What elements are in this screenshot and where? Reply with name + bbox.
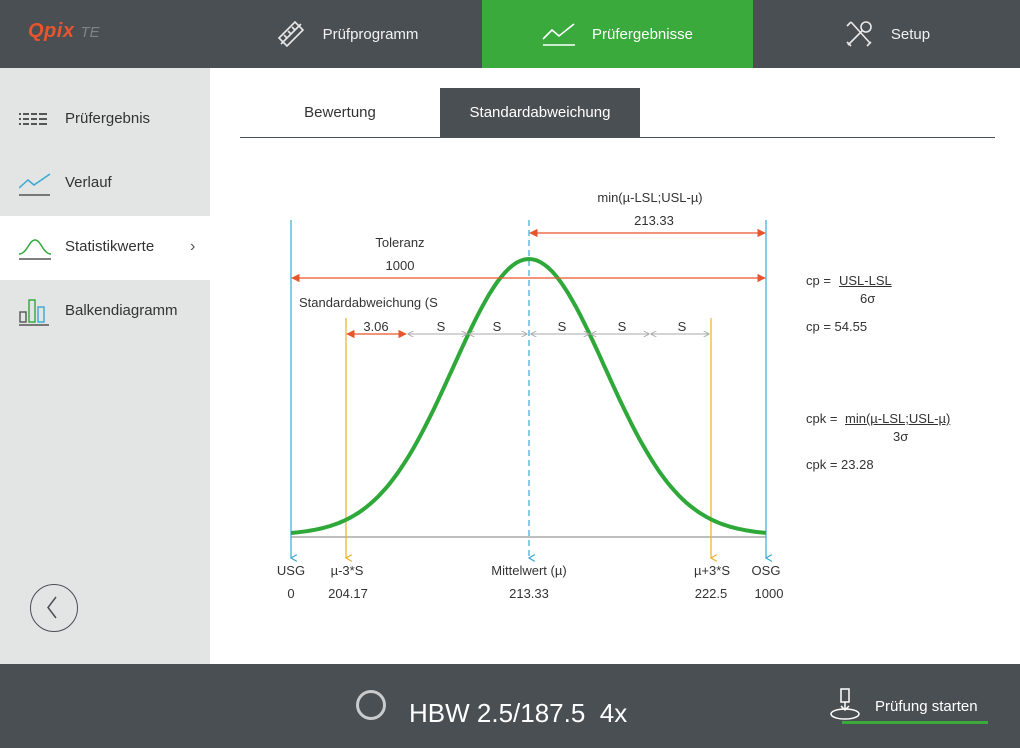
sigma-segments: S S S S S xyxy=(408,319,709,334)
back-button[interactable] xyxy=(30,584,78,632)
osg-label: OSG xyxy=(752,563,781,578)
tolerance-label: Toleranz xyxy=(375,235,424,250)
usg-label: USG xyxy=(277,563,305,578)
sidebar-item-balkendiagramm[interactable]: Balkendiagramm xyxy=(0,280,210,344)
sidebar-item-label: Balkendiagramm xyxy=(65,302,178,319)
min-label: min(µ-LSL;USL-µ) xyxy=(597,190,702,205)
osg-value: 1000 xyxy=(755,586,784,601)
sigma-label: S xyxy=(618,319,627,334)
normal-distribution-chart: min(µ-LSL;USL-µ) 213.33 Toleranz 1000 St… xyxy=(277,190,784,601)
nav-tab-pruefergebnisse[interactable]: Prüfergebnisse xyxy=(482,0,753,68)
sidebar-item-label: Prüfergebnis xyxy=(65,110,151,127)
mean-label: Mittelwert (µ) xyxy=(491,563,566,578)
test-method-label: HBW 2.5/187.5 4x xyxy=(409,698,628,728)
start-test-underline xyxy=(842,721,988,724)
mean-value: 213.33 xyxy=(509,586,549,601)
trend-line-icon xyxy=(542,23,576,46)
cp-formula-numerator: USL-LSL xyxy=(839,273,892,288)
chevron-right-icon: › xyxy=(190,238,196,255)
lower-3s-label: µ-3*S xyxy=(331,563,364,578)
min-value: 213.33 xyxy=(634,213,674,228)
tolerance-value: 1000 xyxy=(386,258,415,273)
usg-value: 0 xyxy=(287,586,294,601)
lower-3s-value: 204.17 xyxy=(328,586,368,601)
start-test-button[interactable]: Prüfung starten xyxy=(828,688,996,726)
app-logo: Qpix TE xyxy=(28,20,100,48)
sigma-label: S xyxy=(493,319,502,334)
indenter-icon xyxy=(830,688,860,720)
sigma-label: S xyxy=(437,319,446,334)
chevron-left-icon xyxy=(47,596,57,619)
upper-3s-value: 222.5 xyxy=(695,586,728,601)
cp-formula-prefix: cp = xyxy=(806,273,831,288)
nav-tab-label: Prüfergebnisse xyxy=(592,25,693,43)
tab-bewertung[interactable]: Bewertung xyxy=(240,88,440,137)
sidebar-item-verlauf[interactable]: Verlauf xyxy=(0,152,210,216)
cp-result: cp = 54.55 xyxy=(806,319,868,334)
std-value: 3.06 xyxy=(363,319,388,334)
sidebar-item-statistikwerte[interactable]: Statistikwerte › xyxy=(0,216,210,280)
sigma-label: S xyxy=(678,319,687,334)
cpk-formula-denominator: 3σ xyxy=(893,429,909,444)
start-test-label: Prüfung starten xyxy=(875,698,978,715)
bar-chart-icon xyxy=(19,299,49,326)
bell-curve-icon xyxy=(19,239,51,260)
tab-standardabweichung[interactable]: Standardabweichung xyxy=(440,88,640,137)
logo-suffix: TE xyxy=(80,24,100,41)
nav-tab-label: Setup xyxy=(890,25,931,43)
cpk-result: cpk = 23.28 xyxy=(806,457,874,472)
sidebar-item-label: Verlauf xyxy=(65,174,112,191)
trend-line-icon xyxy=(19,173,51,196)
tab-divider xyxy=(240,137,995,138)
nav-tab-label: Prüfprogramm xyxy=(322,25,419,43)
top-bar: Qpix TE Prüfprogramm Prüfergebnisse Setu… xyxy=(0,0,1020,68)
results-table-icon xyxy=(19,113,47,125)
cpk-formula-prefix: cpk = xyxy=(806,411,838,426)
logo-brand: Qpix xyxy=(28,20,75,42)
ruler-pencil-icon xyxy=(277,20,304,48)
sidebar: Prüfergebnis Verlauf Statistikwerte › Ba… xyxy=(0,68,210,664)
sidebar-item-pruefergebnis[interactable]: Prüfergebnis xyxy=(0,88,210,152)
sidebar-item-label: Statistikwerte xyxy=(65,238,155,255)
bottom-bar: HBW 2.5/187.5 4x Prüfung starten xyxy=(0,664,1020,748)
std-label: Standardabweichung (S xyxy=(299,295,438,310)
tools-icon xyxy=(846,21,872,47)
nav-tab-setup[interactable]: Setup xyxy=(753,0,1020,68)
cp-formula-denominator: 6σ xyxy=(860,291,876,306)
upper-3s-label: µ+3*S xyxy=(694,563,730,578)
nav-tab-pruefprogramm[interactable]: Prüfprogramm xyxy=(211,0,482,68)
status-ring-icon xyxy=(356,690,386,720)
cpk-formula-numerator: min(µ-LSL;USL-µ) xyxy=(845,411,951,426)
sigma-label: S xyxy=(558,319,567,334)
